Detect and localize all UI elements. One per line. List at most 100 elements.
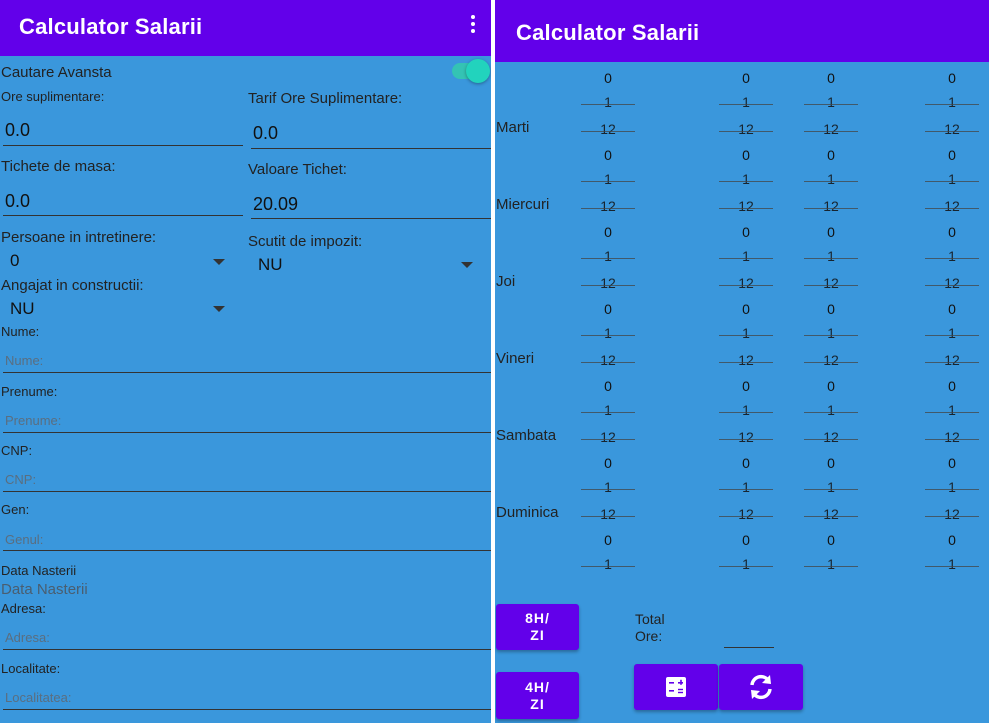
calculate-button[interactable] — [634, 664, 718, 710]
hour-picker-top[interactable]: 0 — [811, 378, 851, 394]
construction-employee-select[interactable]: NU — [10, 299, 35, 319]
locality-input[interactable]: Localitatea: — [5, 690, 72, 705]
tax-exempt-dropdown-icon[interactable] — [461, 262, 473, 268]
hour-picker-top[interactable]: 0 — [726, 378, 766, 394]
cnp-input[interactable]: CNP: — [5, 472, 36, 487]
hour-picker-bottom[interactable]: 12 — [932, 198, 972, 214]
hour-picker-selected[interactable]: 1 — [588, 171, 628, 187]
hour-picker-bottom[interactable]: 12 — [726, 275, 766, 291]
hour-picker-bottom[interactable]: 12 — [811, 275, 851, 291]
8h-per-day-button[interactable]: 8H/ ZI — [496, 604, 579, 650]
hour-picker-top[interactable]: 0 — [811, 147, 851, 163]
hour-picker-bottom[interactable]: 12 — [932, 506, 972, 522]
hour-picker-selected[interactable]: 1 — [726, 171, 766, 187]
overflow-menu-icon[interactable] — [469, 15, 477, 37]
hour-picker-top[interactable]: 0 — [932, 70, 972, 86]
hour-picker-bottom[interactable]: 12 — [588, 506, 628, 522]
hour-picker-bottom[interactable]: 12 — [811, 429, 851, 445]
hour-picker-top[interactable]: 0 — [588, 532, 628, 548]
hour-picker-selected[interactable]: 1 — [932, 248, 972, 264]
hour-picker-top[interactable]: 0 — [588, 455, 628, 471]
hour-picker-selected[interactable]: 1 — [811, 248, 851, 264]
overtime-rate-input[interactable]: 0.0 — [253, 123, 278, 144]
hour-picker-top[interactable]: 0 — [932, 301, 972, 317]
hour-picker-bottom[interactable]: 12 — [588, 275, 628, 291]
hour-picker-bottom[interactable]: 12 — [726, 198, 766, 214]
hour-picker-top[interactable]: 0 — [588, 301, 628, 317]
hour-picker-bottom[interactable]: 12 — [726, 121, 766, 137]
hour-picker-bottom[interactable]: 12 — [811, 352, 851, 368]
hour-picker-selected[interactable]: 1 — [726, 479, 766, 495]
dependents-dropdown-icon[interactable] — [213, 259, 225, 265]
reset-button[interactable] — [719, 664, 803, 710]
hour-picker-top[interactable]: 0 — [811, 224, 851, 240]
hour-picker-selected[interactable]: 1 — [726, 402, 766, 418]
hour-picker-selected[interactable]: 1 — [726, 94, 766, 110]
construction-employee-dropdown-icon[interactable] — [213, 306, 225, 312]
hour-picker-selected[interactable]: 1 — [726, 325, 766, 341]
meal-tickets-input[interactable]: 0.0 — [5, 191, 30, 212]
hour-picker-top[interactable]: 0 — [588, 70, 628, 86]
hour-picker-selected[interactable]: 1 — [932, 556, 972, 572]
hour-picker-selected[interactable]: 1 — [588, 325, 628, 341]
hour-picker-selected[interactable]: 1 — [588, 248, 628, 264]
hour-picker-top[interactable]: 0 — [726, 532, 766, 548]
hour-picker-bottom[interactable]: 12 — [588, 121, 628, 137]
hour-picker-selected[interactable]: 1 — [588, 556, 628, 572]
hour-picker-top[interactable]: 0 — [811, 301, 851, 317]
hour-picker-bottom[interactable]: 12 — [588, 198, 628, 214]
hour-picker-selected[interactable]: 1 — [932, 94, 972, 110]
birth-date-picker[interactable]: Data Nasterii — [1, 581, 88, 598]
hour-picker-selected[interactable]: 1 — [588, 479, 628, 495]
tax-exempt-select[interactable]: NU — [258, 255, 283, 275]
dependents-select[interactable]: 0 — [10, 251, 19, 271]
hour-picker-bottom[interactable]: 12 — [932, 429, 972, 445]
hour-picker-selected[interactable]: 1 — [932, 171, 972, 187]
hour-picker-top[interactable]: 0 — [726, 70, 766, 86]
hour-picker-top[interactable]: 0 — [588, 147, 628, 163]
hour-picker-top[interactable]: 0 — [588, 378, 628, 394]
hour-picker-top[interactable]: 0 — [932, 378, 972, 394]
hour-picker-selected[interactable]: 1 — [588, 402, 628, 418]
hour-picker-selected[interactable]: 1 — [811, 171, 851, 187]
hour-picker-top[interactable]: 0 — [726, 455, 766, 471]
hour-picker-bottom[interactable]: 12 — [932, 352, 972, 368]
hour-picker-selected[interactable]: 1 — [811, 479, 851, 495]
hour-picker-selected[interactable]: 1 — [588, 94, 628, 110]
hour-picker-top[interactable]: 0 — [811, 70, 851, 86]
hour-picker-top[interactable]: 0 — [932, 532, 972, 548]
hour-picker-bottom[interactable]: 12 — [726, 506, 766, 522]
hour-picker-bottom[interactable]: 12 — [932, 121, 972, 137]
hour-picker-bottom[interactable]: 12 — [811, 121, 851, 137]
hour-picker-selected[interactable]: 1 — [932, 479, 972, 495]
hour-picker-selected[interactable]: 1 — [932, 402, 972, 418]
hour-picker-selected[interactable]: 1 — [726, 556, 766, 572]
4h-per-day-button[interactable]: 4H/ ZI — [496, 672, 579, 719]
hour-picker-bottom[interactable]: 12 — [726, 352, 766, 368]
hour-picker-top[interactable]: 0 — [811, 532, 851, 548]
hour-picker-top[interactable]: 0 — [932, 224, 972, 240]
hour-picker-top[interactable]: 0 — [726, 147, 766, 163]
ticket-value-input[interactable]: 20.09 — [253, 194, 298, 215]
hour-picker-selected[interactable]: 1 — [726, 248, 766, 264]
hour-picker-bottom[interactable]: 12 — [588, 352, 628, 368]
advanced-search-switch-thumb[interactable] — [466, 59, 490, 83]
gender-input[interactable]: Genul: — [5, 532, 43, 547]
hour-picker-top[interactable]: 0 — [726, 301, 766, 317]
hour-picker-bottom[interactable]: 12 — [588, 429, 628, 445]
hour-picker-bottom[interactable]: 12 — [726, 429, 766, 445]
hour-picker-top[interactable]: 0 — [811, 455, 851, 471]
hour-picker-selected[interactable]: 1 — [811, 402, 851, 418]
hour-picker-top[interactable]: 0 — [588, 224, 628, 240]
hour-picker-bottom[interactable]: 12 — [932, 275, 972, 291]
hour-picker-selected[interactable]: 1 — [811, 94, 851, 110]
hour-picker-bottom[interactable]: 12 — [811, 198, 851, 214]
surname-input[interactable]: Prenume: — [5, 413, 61, 428]
hour-picker-bottom[interactable]: 12 — [811, 506, 851, 522]
address-input[interactable]: Adresa: — [5, 630, 50, 645]
hour-picker-top[interactable]: 0 — [726, 224, 766, 240]
overtime-hours-input[interactable]: 0.0 — [5, 120, 30, 141]
hour-picker-selected[interactable]: 1 — [811, 325, 851, 341]
hour-picker-top[interactable]: 0 — [932, 455, 972, 471]
name-input[interactable]: Nume: — [5, 353, 43, 368]
